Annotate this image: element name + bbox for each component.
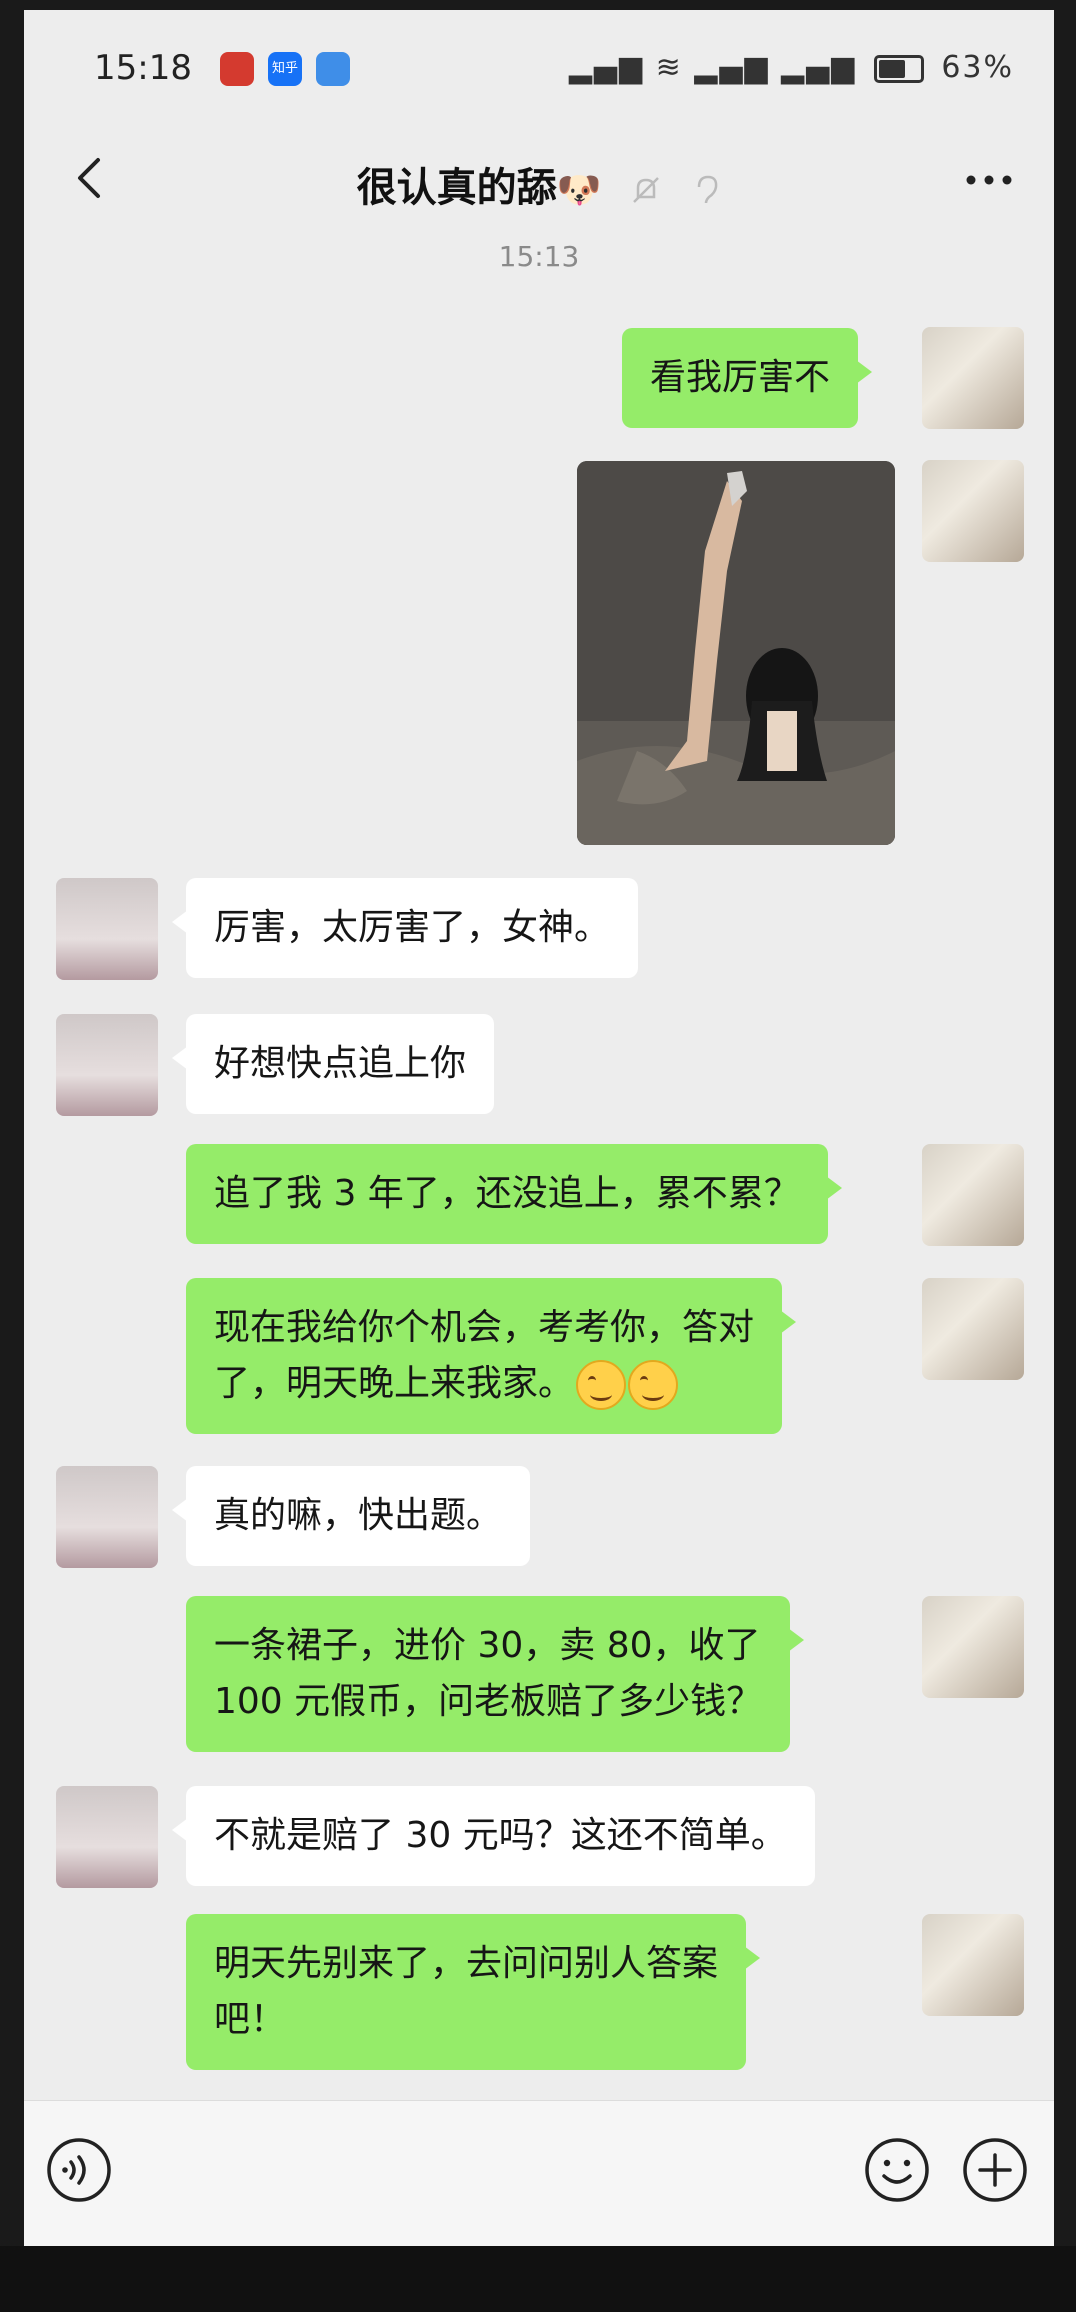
ear-icon xyxy=(698,175,718,204)
message-text-line: 明天先别来了，去问问别人答案 xyxy=(214,1943,719,1984)
message-bubble-other[interactable]: 好想快点追上你 xyxy=(171,1014,495,1114)
chat-title: 很认真的舔 xyxy=(356,165,557,211)
add-more-icon[interactable] xyxy=(960,2135,1030,2205)
system-navigation-strip xyxy=(0,2246,1076,2312)
zhihu-icon: 知乎 xyxy=(268,52,302,86)
friend-avatar[interactable] xyxy=(56,1014,158,1116)
message-text: 看我厉害不 xyxy=(650,357,831,398)
message-text-line-2: 100 元假币，问老板赔了多少钱？ xyxy=(214,1681,763,1722)
phone-screen: 15:18 知乎 ▂▄▆ ≋ ▂▄▆ ▂▄▆ 63% 很认真的舔🐶 15:13 … xyxy=(24,10,1054,2246)
dog-emoji-icon: 🐶 xyxy=(556,170,602,211)
my-avatar[interactable] xyxy=(922,460,1024,562)
chat-header: 很认真的舔🐶 xyxy=(24,120,1054,240)
chat-input-bar xyxy=(24,2100,1054,2246)
more-options-icon[interactable] xyxy=(954,150,1024,210)
status-bar: 15:18 知乎 ▂▄▆ ≋ ▂▄▆ ▂▄▆ 63% xyxy=(24,10,1054,120)
message-text: 厉害，太厉害了，女神。 xyxy=(214,907,611,948)
message-text-line: 现在我给你个机会，考考你，答对 xyxy=(214,1307,755,1348)
message-text: 真的嘛，快出题。 xyxy=(214,1495,503,1536)
friend-avatar[interactable] xyxy=(56,1466,158,1568)
signal-icon: ▂▄▆ ≋ ▂▄▆ ▂▄▆ xyxy=(568,50,857,85)
message-bubble-me[interactable]: 看我厉害不 xyxy=(622,328,873,428)
battery-percent: 63% xyxy=(941,50,1014,85)
message-bubble-me[interactable]: 现在我给你个机会，考考你，答对 了，明天晚上来我家。 xyxy=(186,1278,797,1434)
chat-timestamp: 15:13 xyxy=(498,240,580,273)
message-text: 不就是赔了 30 元吗？这还不简单。 xyxy=(214,1815,787,1856)
my-avatar[interactable] xyxy=(922,1144,1024,1246)
message-bubble-other[interactable]: 厉害，太厉害了，女神。 xyxy=(171,878,639,978)
message-text-line: 一条裙子，进价 30，卖 80，收了 xyxy=(214,1625,761,1666)
status-right: ▂▄▆ ≋ ▂▄▆ ▂▄▆ 63% xyxy=(569,50,1014,85)
mute-bell-icon xyxy=(633,177,660,203)
message-text: 追了我 3 年了，还没追上，累不累？ xyxy=(214,1173,800,1214)
voice-input-icon[interactable] xyxy=(44,2135,114,2205)
status-time: 15:18 xyxy=(94,48,192,88)
my-avatar[interactable] xyxy=(922,1278,1024,1380)
photo-image xyxy=(577,461,895,845)
cloud-app-icon xyxy=(316,52,350,86)
friend-avatar[interactable] xyxy=(56,1786,158,1888)
smile-emoji-icon xyxy=(576,1360,627,1410)
message-text: 好想快点追上你 xyxy=(214,1043,467,1084)
smile-emoji-icon xyxy=(628,1360,679,1410)
friend-avatar[interactable] xyxy=(56,878,158,980)
message-text-line-2: 了，明天晚上来我家。 xyxy=(214,1356,754,1412)
app-notification-icon xyxy=(220,52,254,86)
battery-icon xyxy=(873,54,924,83)
my-avatar[interactable] xyxy=(922,1914,1024,2016)
message-bubble-other[interactable]: 不就是赔了 30 元吗？这还不简单。 xyxy=(172,1786,815,1886)
message-bubble-other[interactable]: 真的嘛，快出题。 xyxy=(171,1466,531,1566)
my-avatar[interactable] xyxy=(922,327,1024,429)
message-photo[interactable] xyxy=(577,461,895,845)
my-avatar[interactable] xyxy=(922,1596,1024,1698)
message-bubble-me[interactable]: 明天先别来了，去问问别人答案 吧！ xyxy=(186,1914,761,2070)
emoji-picker-icon[interactable] xyxy=(862,2135,932,2205)
chat-title-wrap: 很认真的舔🐶 xyxy=(24,155,1054,213)
message-text-line-2: 吧！ xyxy=(214,1999,287,2040)
message-bubble-me[interactable]: 一条裙子，进价 30，卖 80，收了 100 元假币，问老板赔了多少钱？ xyxy=(186,1596,805,1752)
message-bubble-me[interactable]: 追了我 3 年了，还没追上，累不累？ xyxy=(186,1144,842,1244)
